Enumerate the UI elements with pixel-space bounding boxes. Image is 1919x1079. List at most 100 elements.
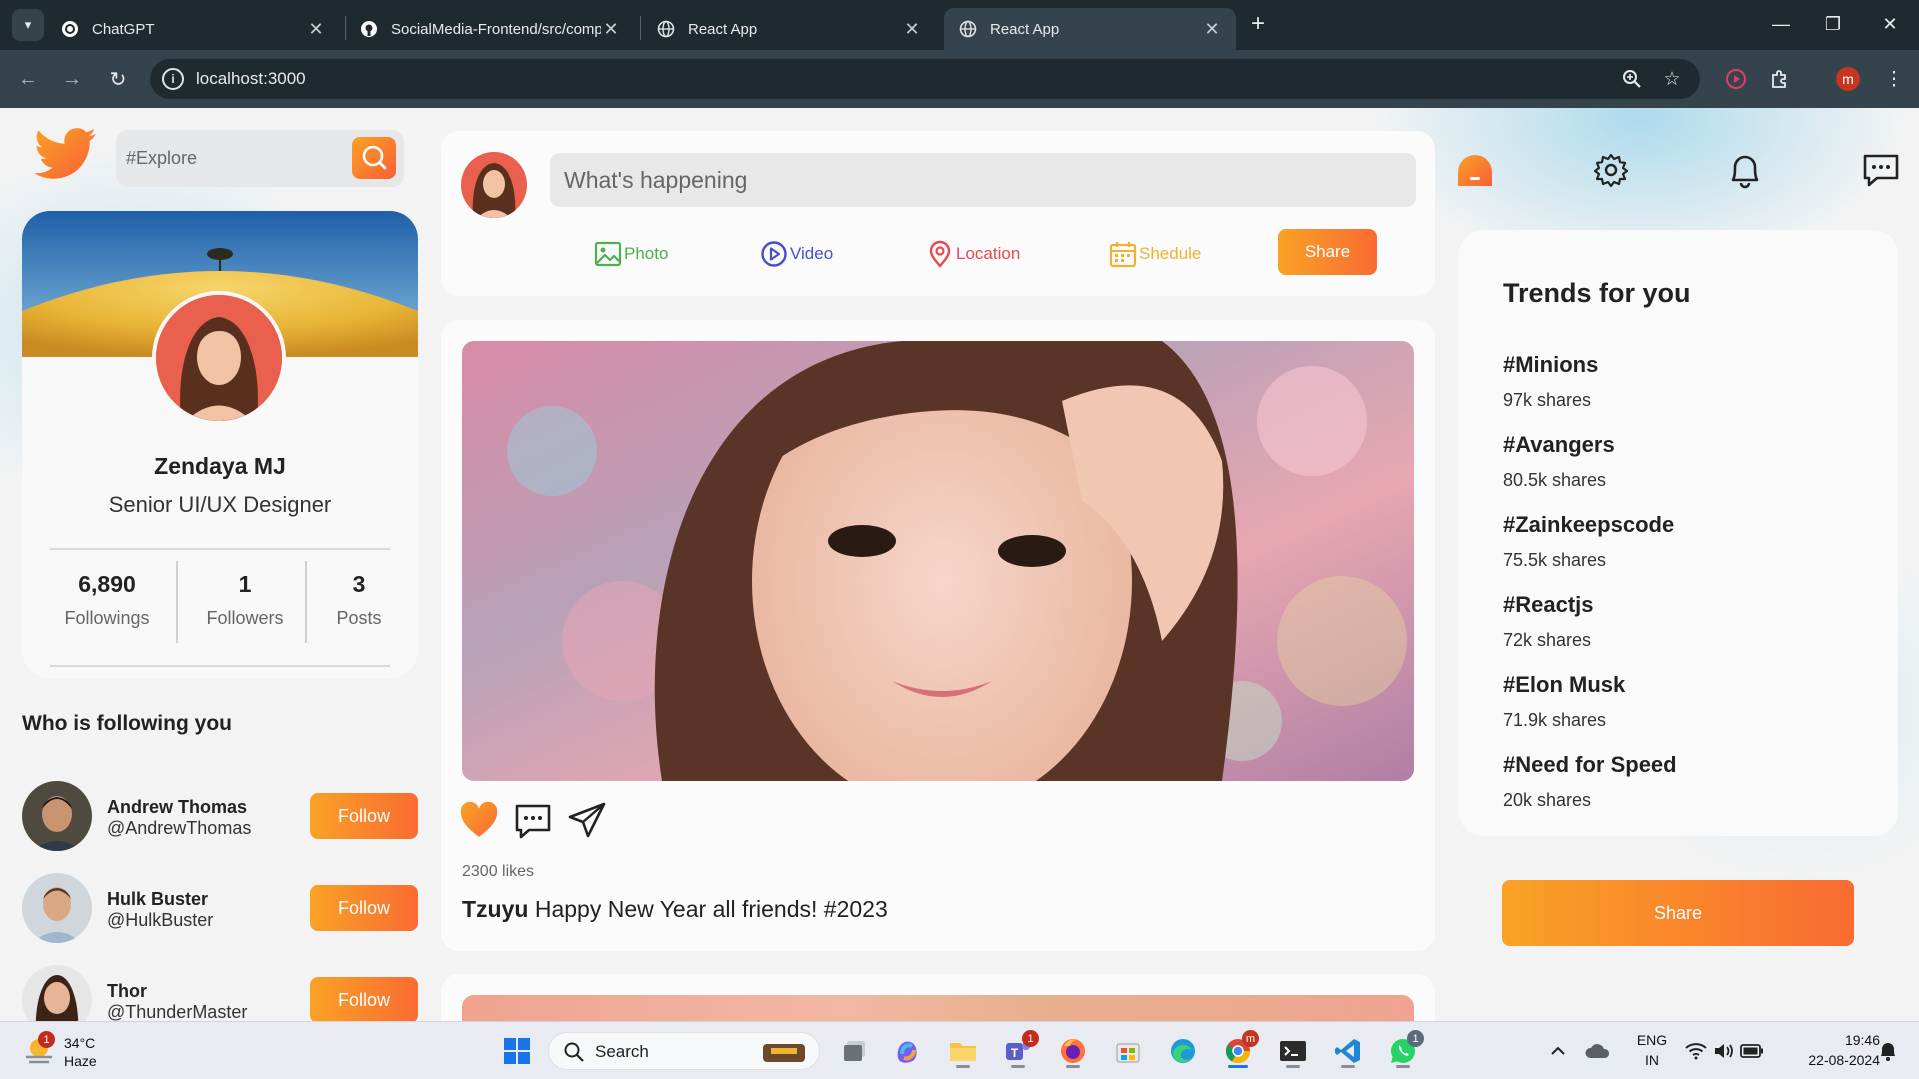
edge-icon[interactable] <box>1164 1032 1202 1070</box>
close-tab-icon[interactable]: ✕ <box>902 19 922 40</box>
close-window-icon[interactable]: ✕ <box>1868 8 1912 40</box>
close-tab-icon[interactable]: ✕ <box>306 19 326 40</box>
home-icon[interactable] <box>1455 150 1495 190</box>
photo-option[interactable]: Photo <box>594 238 668 270</box>
comment-icon[interactable] <box>512 800 554 842</box>
stat-followings[interactable]: 6,890 Followings <box>52 571 162 629</box>
trend-shares: 72k shares <box>1503 630 1592 650</box>
stat-label: Posts <box>336 608 382 628</box>
follow-button[interactable]: Follow <box>310 977 418 1021</box>
share-post-button[interactable]: Share <box>1278 229 1377 275</box>
post-image[interactable] <box>462 995 1414 1021</box>
trend-item[interactable]: #Avangers 80.5k shares <box>1503 432 1615 491</box>
language-top[interactable]: ENG <box>1632 1032 1672 1048</box>
site-info-icon[interactable]: i <box>162 68 184 90</box>
avatar[interactable] <box>22 781 92 851</box>
like-heart-icon[interactable] <box>458 800 500 842</box>
copilot-icon[interactable] <box>888 1032 926 1070</box>
avatar[interactable] <box>22 873 92 943</box>
language-bottom[interactable]: IN <box>1632 1052 1672 1068</box>
reload-icon[interactable]: ↻ <box>102 63 134 95</box>
composer-avatar[interactable] <box>461 152 527 218</box>
notification-bell-icon[interactable] <box>1725 150 1765 190</box>
show-hidden-icons-chevron-icon[interactable] <box>1544 1032 1572 1070</box>
file-explorer-icon[interactable] <box>944 1032 982 1070</box>
follower-handle: @ThunderMaster <box>107 1002 248 1021</box>
extension-record-icon[interactable] <box>1722 65 1750 93</box>
tab-github[interactable]: SocialMedia-Frontend/src/comp ✕ <box>345 8 635 50</box>
play-circle-icon <box>761 241 787 267</box>
trend-item[interactable]: #Elon Musk 71.9k shares <box>1503 672 1625 731</box>
schedule-option[interactable]: Shedule <box>1109 238 1201 270</box>
follow-button[interactable]: Follow <box>310 793 418 839</box>
restore-icon[interactable]: ❐ <box>1811 8 1855 40</box>
divider <box>176 561 178 643</box>
whats-happening-input[interactable] <box>550 153 1416 207</box>
tab-title: ChatGPT <box>92 20 155 38</box>
chat-message-icon[interactable] <box>1861 150 1901 190</box>
app-page: Zendaya MJ Senior UI/UX Designer 6,890 F… <box>0 108 1919 1021</box>
explore-input[interactable] <box>126 148 336 169</box>
windows-start-icon[interactable] <box>498 1032 536 1070</box>
post-card: 2300 likes Tzuyu Happy New Year all frie… <box>441 320 1435 951</box>
taskbar-search[interactable]: Search <box>548 1032 820 1070</box>
send-paper-plane-icon[interactable] <box>566 800 608 842</box>
photo-icon <box>594 241 622 267</box>
trend-item[interactable]: #Reactjs 72k shares <box>1503 592 1594 651</box>
trend-shares: 71.9k shares <box>1503 710 1607 730</box>
address-url[interactable]: localhost:3000 <box>196 69 306 89</box>
post-author[interactable]: Tzuyu <box>462 896 528 922</box>
post-image[interactable] <box>462 341 1414 781</box>
stat-followers[interactable]: 1 Followers <box>190 571 300 629</box>
firefox-icon[interactable] <box>1054 1032 1092 1070</box>
onedrive-cloud-icon[interactable] <box>1582 1032 1614 1070</box>
twitter-bird-logo-icon[interactable] <box>34 128 98 184</box>
new-tab-plus-icon[interactable]: + <box>1244 10 1272 38</box>
forward-arrow-icon[interactable]: → <box>56 63 88 95</box>
battery-icon[interactable] <box>1738 1032 1766 1070</box>
back-arrow-icon[interactable]: ← <box>12 63 44 95</box>
volume-icon[interactable] <box>1710 1032 1738 1070</box>
trend-item[interactable]: #Minions 97k shares <box>1503 352 1598 411</box>
minimize-icon[interactable]: — <box>1759 8 1803 40</box>
video-option[interactable]: Video <box>760 238 833 270</box>
extensions-puzzle-icon[interactable] <box>1766 65 1794 93</box>
weather-widget[interactable]: 1 34°C Haze <box>22 1031 142 1071</box>
trend-item[interactable]: #Need for Speed 20k shares <box>1503 752 1677 811</box>
whatsapp-icon[interactable]: 1 <box>1384 1030 1424 1070</box>
settings-gear-icon[interactable] <box>1591 150 1631 190</box>
tab-react-app[interactable]: React App ✕ <box>642 8 936 50</box>
follow-button[interactable]: Follow <box>310 885 418 931</box>
microsoft-store-icon[interactable] <box>1109 1032 1147 1070</box>
post-caption: Tzuyu Happy New Year all friends! #2023 <box>462 896 888 923</box>
trend-tag: #Avangers <box>1503 432 1615 457</box>
vscode-icon[interactable] <box>1329 1032 1367 1070</box>
teams-icon[interactable]: T 1 <box>999 1030 1039 1070</box>
share-button[interactable]: Share <box>1502 880 1854 946</box>
tab-search-chevron-icon[interactable]: ▾ <box>12 9 44 41</box>
wifi-icon[interactable] <box>1682 1032 1710 1070</box>
more-menu-icon[interactable]: ⋮ <box>1880 65 1908 93</box>
close-tab-icon[interactable]: ✕ <box>1202 19 1222 40</box>
close-tab-icon[interactable]: ✕ <box>601 19 621 40</box>
terminal-icon[interactable] <box>1274 1032 1312 1070</box>
trend-item[interactable]: #Zainkeepscode 75.5k shares <box>1503 512 1674 571</box>
explore-search-button[interactable] <box>352 137 396 179</box>
zoom-icon[interactable] <box>1620 67 1644 91</box>
weather-desc: Haze <box>64 1053 97 1069</box>
avatar[interactable] <box>22 965 92 1021</box>
trend-shares: 20k shares <box>1503 790 1592 810</box>
profile-avatar[interactable]: m <box>1836 67 1860 91</box>
stat-posts[interactable]: 3 Posts <box>314 571 404 629</box>
tab-react-app-active[interactable]: React App ✕ <box>944 8 1236 50</box>
chrome-icon[interactable]: m <box>1219 1030 1259 1070</box>
profile-avatar[interactable] <box>152 291 286 425</box>
tab-chatgpt[interactable]: ChatGPT ✕ <box>46 8 340 50</box>
task-view-icon[interactable] <box>836 1032 874 1070</box>
location-option[interactable]: Location <box>926 238 1020 270</box>
clock-time[interactable]: 19:46 <box>1780 1032 1880 1048</box>
notification-bell-icon[interactable] <box>1874 1032 1902 1070</box>
clock-date[interactable]: 22-08-2024 <box>1780 1052 1880 1068</box>
bookmark-star-icon[interactable]: ☆ <box>1660 67 1684 91</box>
address-bar[interactable]: i localhost:3000 ☆ <box>150 59 1700 99</box>
